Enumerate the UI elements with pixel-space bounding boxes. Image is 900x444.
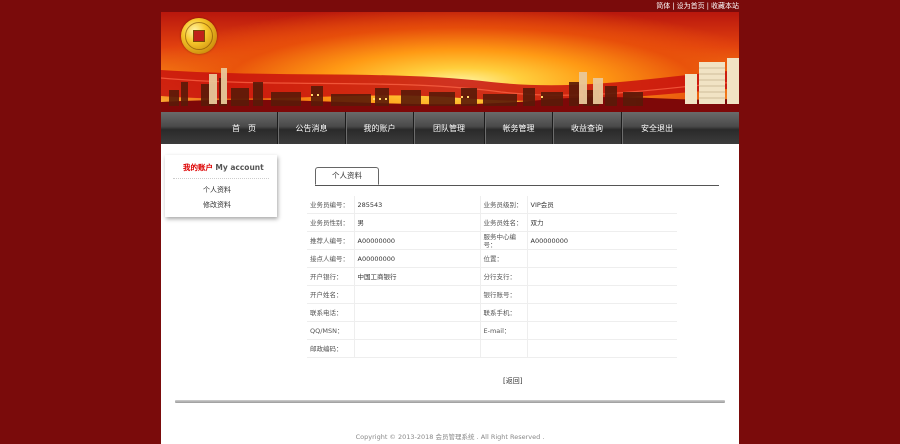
sidebar-item-profile[interactable]: 个人资料 (203, 185, 231, 195)
field-label: 推荐人编号： (307, 231, 355, 250)
nav-item-home[interactable]: 首 页 (211, 112, 278, 144)
nav-item-my-account[interactable]: 我的账户 (346, 112, 414, 144)
field-label: E-mail： (480, 321, 528, 340)
top-link-bookmark[interactable]: 收藏本站 (711, 2, 739, 10)
nav-item-account-management[interactable]: 帐务管理 (485, 112, 553, 144)
field-label: 服务中心编号： (480, 231, 528, 250)
field-label: 分行支行： (480, 267, 528, 286)
field-label: 联系手机： (480, 303, 528, 322)
field-label: 业务员编号： (307, 196, 355, 214)
table-row: 联系电话： 联系手机： (307, 303, 677, 322)
nav-item-logout[interactable]: 安全退出 (622, 112, 692, 144)
field-value (354, 285, 481, 304)
main-container: 首 页 公告消息 我的账户 团队管理 帐务管理 收益查询 安全退出 我的账户 M… (161, 12, 739, 444)
field-label: 位置： (480, 249, 528, 268)
tab-profile[interactable]: 个人资料 (315, 167, 379, 185)
header-banner (161, 12, 739, 112)
field-label: 联系电话： (307, 303, 355, 322)
field-value (527, 339, 677, 358)
nav-item-team-management[interactable]: 团队管理 (414, 112, 485, 144)
table-row: QQ/MSN： E-mail： (307, 321, 677, 340)
copyright-text: Copyright © 2013-2018 会员管理系统 . All Right… (355, 433, 545, 441)
field-label: 业务员性别： (307, 213, 355, 232)
field-value (527, 285, 677, 304)
field-label: QQ/MSN： (307, 321, 355, 340)
field-value (354, 321, 481, 340)
field-value: 285543 (354, 196, 481, 214)
sidebar-item-edit-profile[interactable]: 修改资料 (203, 200, 231, 210)
field-label: 开户银行： (307, 267, 355, 286)
main-nav: 首 页 公告消息 我的账户 团队管理 帐务管理 收益查询 安全退出 (161, 112, 739, 144)
table-row: 邮政编码： (307, 339, 677, 358)
top-link-set-homepage[interactable]: 设为首页 (677, 2, 705, 10)
field-value (527, 321, 677, 340)
field-value (527, 249, 677, 268)
tab-bar: 个人资料 (315, 165, 719, 186)
field-label: 邮政编码： (307, 339, 355, 358)
table-row: 业务员编号： 285543 业务员级别： VIP会员 (307, 196, 677, 214)
field-label: 接点人编号： (307, 249, 355, 268)
separator: | (672, 2, 675, 10)
field-value: A00000000 (354, 249, 481, 268)
sidebar-account-menu: 我的账户 My account 个人资料 修改资料 (165, 155, 277, 217)
coin-logo-icon (181, 18, 217, 54)
table-row: 开户银行： 中国工商银行 分行支行： (307, 267, 677, 286)
sidebar-title-cn: 我的账户 (183, 163, 213, 172)
field-label: 银行账号： (480, 285, 528, 304)
profile-info-table: 业务员编号： 285543 业务员级别： VIP会员 业务员性别：男业务员姓名： 双力 推荐… (307, 196, 677, 358)
separator: | (706, 2, 709, 10)
table-row: 开户姓名： 银行账号： (307, 285, 677, 304)
field-value (354, 339, 481, 358)
sidebar-title: 我的账户 My account (183, 162, 264, 173)
field-value: 双力 (527, 213, 677, 232)
sidebar-title-en: My account (215, 163, 264, 172)
field-value (527, 303, 677, 322)
footer-divider (175, 400, 725, 403)
field-label: 业务员姓名： (480, 213, 528, 232)
field-value: 中国工商银行 (354, 267, 481, 286)
city-skyline-illustration (161, 58, 739, 112)
field-label (480, 339, 528, 358)
field-value: 男 (354, 213, 481, 232)
field-value: A00000000 (527, 231, 677, 250)
field-value (354, 303, 481, 322)
back-link[interactable]: [返回] (503, 376, 522, 386)
field-value (527, 267, 677, 286)
nav-item-announcements[interactable]: 公告消息 (278, 112, 346, 144)
field-label: 业务员级别： (480, 196, 528, 214)
field-label: 开户姓名： (307, 285, 355, 304)
table-row: 接点人编号： A00000000 位置： (307, 249, 677, 268)
field-value: VIP会员 (527, 196, 677, 214)
top-links: 简体 | 设为首页 | 收藏本站 (656, 0, 739, 12)
top-link-language[interactable]: 简体 (656, 2, 670, 10)
table-row: 推荐人编号： A00000000 服务中心编号： A00000000 (307, 231, 677, 250)
table-row: 业务员性别：男业务员姓名： 双力 (307, 213, 677, 232)
sidebar-divider (173, 178, 269, 179)
nav-item-earnings-query[interactable]: 收益查询 (553, 112, 622, 144)
field-value: A00000000 (354, 231, 481, 250)
